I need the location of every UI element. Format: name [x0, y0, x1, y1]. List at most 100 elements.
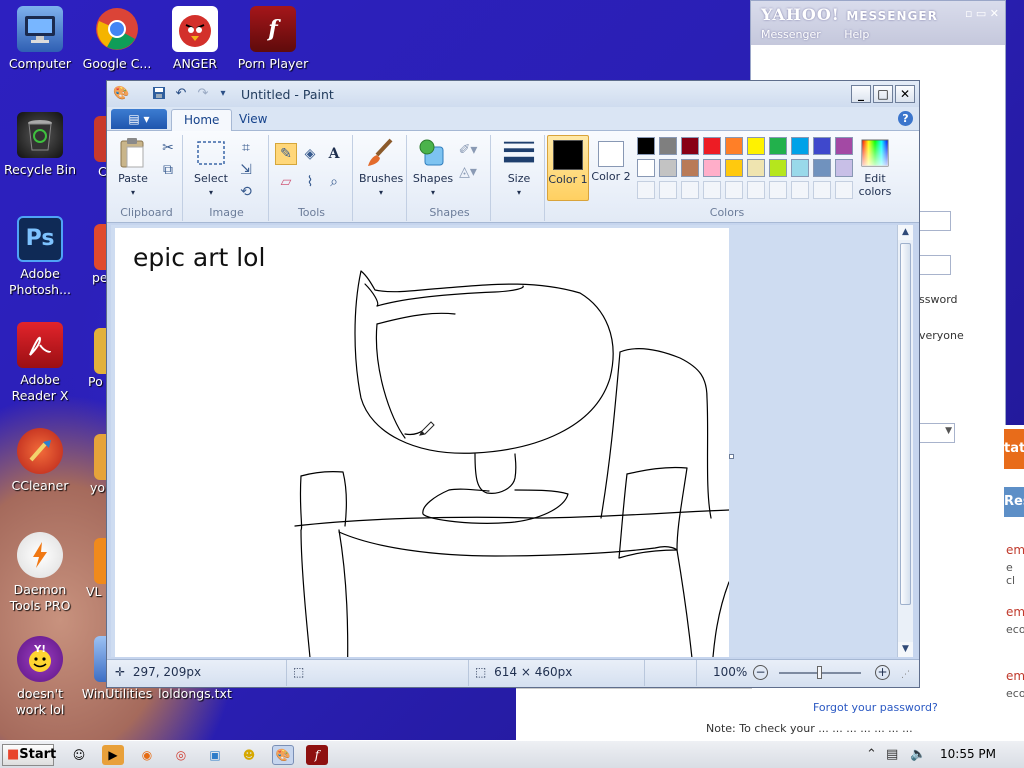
outline-icon[interactable]: ✐▾: [457, 139, 479, 161]
help-icon[interactable]: ?: [898, 111, 913, 126]
yahoo-menu-messenger[interactable]: Messenger: [761, 28, 821, 41]
paint-app-icon[interactable]: 🎨: [113, 86, 129, 102]
palette-swatch[interactable]: [769, 137, 787, 155]
desktop-icon-adobe-reader[interactable]: Adobe Reader X: [0, 322, 80, 404]
fill-icon[interactable]: ◈: [299, 143, 321, 165]
vertical-scrollbar[interactable]: ▲ ▼: [897, 225, 913, 657]
palette-swatch[interactable]: [791, 159, 809, 177]
start-button[interactable]: ■Start: [2, 744, 56, 766]
custom-color-slot[interactable]: [681, 181, 699, 199]
palette-swatch[interactable]: [637, 137, 655, 155]
palette-swatch[interactable]: [681, 159, 699, 177]
magnifier-icon[interactable]: ⌕: [323, 171, 345, 193]
palette-swatch[interactable]: [747, 137, 765, 155]
flash-taskbar-icon[interactable]: f: [306, 745, 328, 765]
close-button[interactable]: ✕: [895, 85, 915, 103]
palette-swatch[interactable]: [835, 159, 853, 177]
yahoo-status-dropdown[interactable]: ▼: [919, 423, 955, 443]
clock[interactable]: 10:55 PM: [940, 747, 996, 761]
desktop-icon-porn-player[interactable]: f Porn Player: [233, 6, 313, 72]
scroll-down-icon[interactable]: ▼: [898, 642, 913, 657]
palette-swatch[interactable]: [791, 137, 809, 155]
tray-expand-icon[interactable]: ⌃: [866, 747, 877, 762]
resize-grip-icon[interactable]: ⋰: [901, 670, 910, 680]
brushes-button[interactable]: Brushes ▾: [359, 137, 403, 199]
undo-icon[interactable]: ↶: [173, 86, 189, 102]
select-button[interactable]: Select ▾: [191, 137, 231, 199]
resize-icon[interactable]: ⇲: [235, 159, 257, 181]
explorer-icon[interactable]: ▣: [204, 745, 226, 765]
copy-icon[interactable]: ⧉: [157, 159, 179, 181]
zoom-in-button[interactable]: +: [875, 665, 890, 680]
customize-qat-icon[interactable]: ▾: [215, 86, 231, 102]
redo-icon[interactable]: ↷: [195, 86, 211, 102]
palette-swatch[interactable]: [659, 159, 677, 177]
color2-button[interactable]: Color 2: [591, 135, 631, 183]
yahoo-password-field[interactable]: [919, 255, 951, 275]
desktop-icon-photoshop[interactable]: Ps Adobe Photosh...: [0, 216, 80, 298]
paint-taskbar-icon[interactable]: 🎨: [272, 745, 294, 765]
desktop-icon-chrome[interactable]: Google C...: [77, 6, 157, 72]
custom-color-slot[interactable]: [637, 181, 655, 199]
desktop-icon-computer[interactable]: Computer: [0, 6, 80, 72]
yahoo-id-field[interactable]: [919, 211, 951, 231]
desktop-icon-ccleaner[interactable]: CCleaner: [0, 428, 80, 494]
firefox-icon[interactable]: ◉: [136, 745, 158, 765]
custom-color-slot[interactable]: [659, 181, 677, 199]
tab-view[interactable]: View: [227, 109, 279, 131]
background-browser-window[interactable]: tati Res em e cl em eco em eco: [1004, 425, 1024, 740]
paint-titlebar[interactable]: 🎨 ↶ ↷ ▾ Untitled - Paint _ □ ✕: [107, 81, 919, 107]
network-icon[interactable]: ▤: [886, 747, 898, 762]
edit-colors-button[interactable]: Edit colors: [853, 137, 897, 198]
custom-color-slot[interactable]: [747, 181, 765, 199]
palette-swatch[interactable]: [681, 137, 699, 155]
forgot-password-link[interactable]: Forgot your password?: [813, 701, 938, 714]
canvas-resize-handle-right[interactable]: [729, 454, 734, 459]
yahoo-menu-help[interactable]: Help: [844, 28, 869, 41]
save-icon[interactable]: [151, 86, 167, 102]
zoom-slider-thumb[interactable]: [817, 666, 822, 679]
custom-color-slot[interactable]: [835, 181, 853, 199]
fill-shape-icon[interactable]: ◬▾: [457, 161, 479, 183]
custom-color-slot[interactable]: [791, 181, 809, 199]
paste-button[interactable]: Paste ▾: [115, 137, 151, 199]
volume-icon[interactable]: 🔈: [910, 747, 926, 762]
tab-home[interactable]: Home: [171, 109, 233, 131]
paint-window[interactable]: 🎨 ↶ ↷ ▾ Untitled - Paint _ □ ✕ ▤ ▾ Home …: [106, 80, 920, 688]
palette-swatch[interactable]: [835, 137, 853, 155]
chrome-taskbar-icon[interactable]: ◎: [170, 745, 192, 765]
palette-swatch[interactable]: [813, 159, 831, 177]
yahoo-window-controls[interactable]: ▫ ▭ ✕: [965, 7, 999, 20]
media-player-icon[interactable]: ▶: [102, 745, 124, 765]
palette-swatch[interactable]: [703, 159, 721, 177]
custom-color-slot[interactable]: [725, 181, 743, 199]
drawing-canvas[interactable]: epic art lol: [115, 228, 729, 657]
crop-icon[interactable]: ⌗: [235, 137, 257, 159]
palette-swatch[interactable]: [725, 159, 743, 177]
palette-swatch[interactable]: [637, 159, 655, 177]
palette-swatch[interactable]: [725, 137, 743, 155]
desktop-icon-anger[interactable]: ANGER: [155, 6, 235, 72]
file-menu-button[interactable]: ▤ ▾: [111, 109, 167, 129]
eraser-icon[interactable]: ▱: [275, 171, 297, 193]
quicklaunch-smiley-icon[interactable]: ☺: [68, 745, 90, 765]
custom-color-slot[interactable]: [813, 181, 831, 199]
palette-swatch[interactable]: [659, 137, 677, 155]
custom-color-slot[interactable]: [769, 181, 787, 199]
scrollbar-thumb[interactable]: [900, 243, 911, 605]
palette-swatch[interactable]: [703, 137, 721, 155]
palette-swatch[interactable]: [813, 137, 831, 155]
color-picker-icon[interactable]: ⌇: [299, 171, 321, 193]
pencil-icon[interactable]: ✎: [275, 143, 297, 165]
palette-swatch[interactable]: [769, 159, 787, 177]
yahoo-taskbar-icon[interactable]: ☻: [238, 745, 260, 765]
maximize-button[interactable]: □: [873, 85, 893, 103]
minimize-button[interactable]: _: [851, 85, 871, 103]
desktop-icon-recycle-bin[interactable]: Recycle Bin: [0, 112, 80, 178]
desktop-icon-daemon-tools[interactable]: Daemon Tools PRO: [0, 532, 80, 614]
zoom-out-button[interactable]: −: [753, 665, 768, 680]
palette-swatch[interactable]: [747, 159, 765, 177]
scroll-up-icon[interactable]: ▲: [898, 225, 913, 240]
text-tool-icon[interactable]: A: [323, 143, 345, 165]
desktop-icon-yahoo[interactable]: Y! doesn't work lol: [0, 636, 80, 718]
